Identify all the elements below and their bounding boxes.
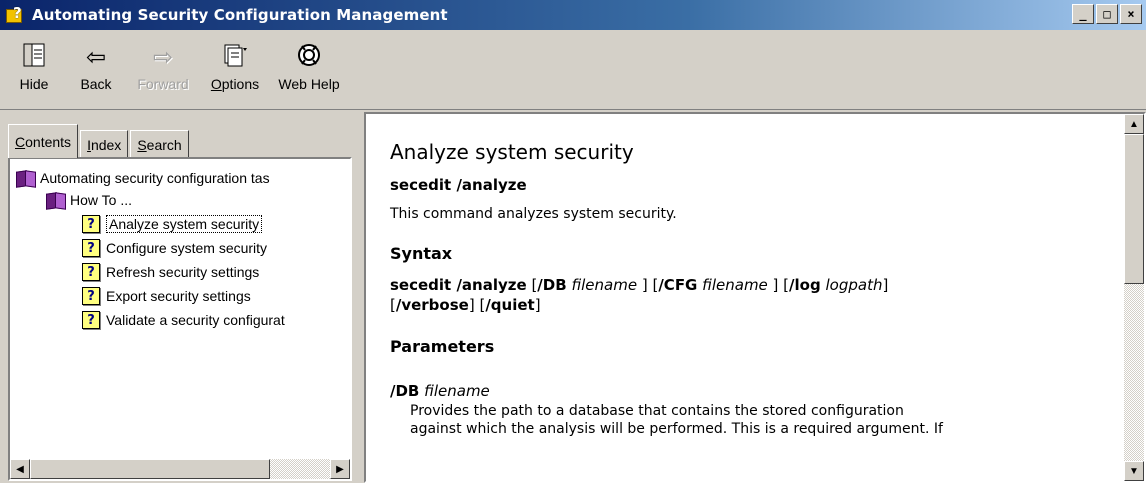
parameters-heading: Parameters (390, 337, 495, 356)
options-button[interactable]: Options (202, 30, 268, 106)
tree-item-label: Validate a security configurat (106, 312, 285, 328)
tree-root[interactable]: Automating security configuration tas (16, 167, 270, 189)
options-label: Options (210, 76, 260, 92)
parameter-description: Provides the path to a database that con… (410, 403, 943, 437)
forward-label: Forward (137, 76, 189, 92)
open-book-icon (16, 170, 36, 186)
vertical-scroll-thumb[interactable] (1124, 134, 1144, 284)
web-help-icon (296, 42, 322, 72)
help-topic-icon: ? (82, 239, 100, 257)
tab-contents[interactable]: Contents (8, 124, 79, 158)
nav-tabs: Contents Index Search (8, 122, 191, 158)
help-topic-icon: ? (82, 287, 100, 305)
minimize-button[interactable]: _ (1072, 4, 1094, 24)
hide-button[interactable]: Hide (6, 30, 62, 106)
syntax-block: secedit /analyze [/DB filename ] [/CFG f… (390, 276, 889, 314)
tree-item-label: Configure system security (106, 240, 268, 256)
back-button[interactable]: ⇦ Back (68, 30, 124, 106)
topic-heading: Analyze system security (390, 140, 634, 164)
forward-arrow-icon: ⇨ (152, 43, 174, 71)
tree-item-export[interactable]: ? Export security settings (82, 285, 251, 307)
back-label: Back (80, 76, 112, 92)
scroll-left-icon[interactable]: ◀ (10, 459, 30, 479)
navigation-pane: Contents Index Search Automating securit… (4, 114, 358, 483)
horizontal-scroll-thumb[interactable] (30, 459, 270, 479)
tree-item-validate[interactable]: ? Validate a security configurat (82, 309, 285, 331)
window-title: Automating Security Configuration Manage… (32, 6, 448, 24)
tree-root-label: Automating security configuration tas (40, 170, 270, 186)
help-topic-icon: ? (82, 263, 100, 281)
scroll-right-icon[interactable]: ▶ (330, 459, 350, 479)
tab-index[interactable]: Index (80, 130, 129, 158)
scroll-down-icon[interactable]: ▼ (1124, 461, 1144, 481)
tree-item-label: Analyze system security (106, 215, 263, 233)
close-button[interactable]: × (1120, 4, 1142, 24)
tree-item-analyze[interactable]: ? Analyze system security (82, 213, 263, 235)
tab-search[interactable]: Search (130, 130, 189, 158)
web-help-button[interactable]: Web Help (274, 30, 344, 106)
tree-item-label: Export security settings (106, 288, 251, 304)
parameter-term: /DB filename (390, 382, 490, 400)
tree-item-refresh[interactable]: ? Refresh security settings (82, 261, 259, 283)
help-topic-icon: ? (82, 311, 100, 329)
tree-howto[interactable]: How To ... (46, 189, 132, 211)
forward-button[interactable]: ⇨ Forward (130, 30, 196, 106)
horizontal-scrollbar[interactable]: ◀ ▶ (10, 459, 350, 479)
hide-label: Hide (19, 76, 49, 92)
topic-pane: Analyze system security secedit /analyze… (364, 112, 1146, 483)
scroll-up-icon[interactable]: ▲ (1124, 114, 1144, 134)
title-bar[interactable]: ? Automating Security Configuration Mana… (0, 0, 1146, 30)
topic-content: Analyze system security secedit /analyze… (390, 140, 1110, 438)
tree-item-configure[interactable]: ? Configure system security (82, 237, 267, 259)
open-book-icon (46, 192, 66, 208)
topic-description: This command analyzes system security. (390, 206, 677, 222)
back-arrow-icon: ⇦ (85, 43, 107, 71)
web-help-label: Web Help (278, 76, 340, 92)
help-topic-icon: ? (82, 215, 100, 233)
contents-tree: Automating security configuration tas Ho… (8, 157, 352, 481)
vertical-scrollbar[interactable]: ▲ ▼ (1124, 114, 1144, 481)
toolbar: Hide ⇦ Back ⇨ Forward Options Web Help (0, 30, 1146, 110)
horizontal-scroll-track[interactable] (270, 459, 330, 479)
hide-icon (22, 42, 46, 72)
window-controls: _ □ × (1072, 4, 1142, 24)
options-icon (222, 42, 248, 72)
syntax-heading: Syntax (390, 244, 453, 263)
command-name: secedit /analyze (390, 176, 527, 194)
maximize-button[interactable]: □ (1096, 4, 1118, 24)
help-app-icon: ? (6, 4, 26, 25)
tree-item-label: Refresh security settings (106, 264, 260, 280)
tree-howto-label: How To ... (70, 192, 132, 208)
